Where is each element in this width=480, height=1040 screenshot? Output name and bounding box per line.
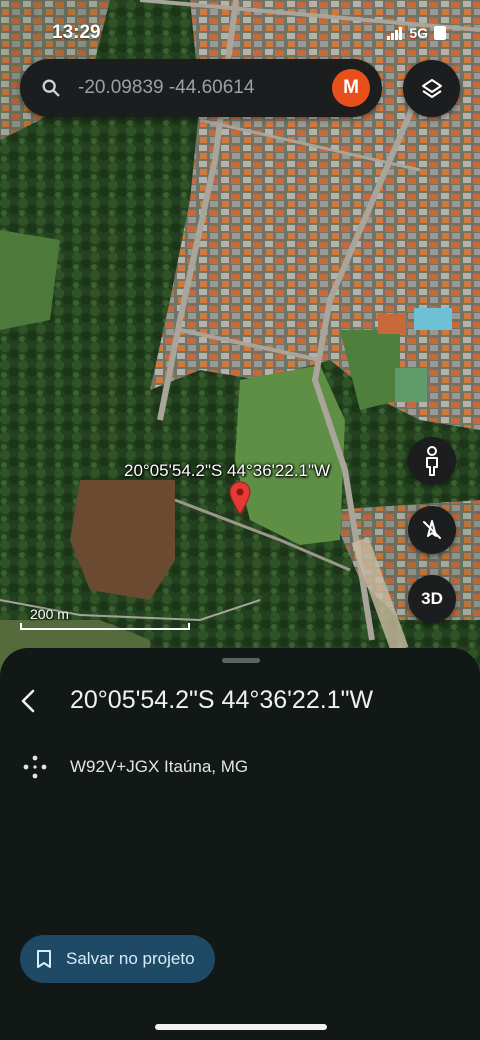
place-bottom-sheet[interactable]: 20°05'54.2"S 44°36'22.1"W W92V+JGX Itaún… [0, 648, 480, 1040]
satellite-map[interactable]: 13:29 5G M 20°05'54.2"S 44°36'22.1"W [0, 0, 480, 690]
status-icons: 5G [387, 22, 446, 41]
plus-code-text: W92V+JGX Itaúna, MG [70, 757, 249, 776]
pin-coordinate-label: 20°05'54.2"S 44°36'22.1"W [124, 461, 331, 480]
clock: 13:29 [52, 22, 101, 43]
three-d-button[interactable]: 3D [408, 575, 456, 623]
bookmark-icon [37, 950, 51, 968]
avatar[interactable]: M [332, 69, 370, 107]
street-view-button[interactable] [408, 437, 456, 485]
layers-icon [421, 78, 442, 98]
save-to-project-label: Salvar no projeto [66, 949, 195, 968]
scale-line [20, 623, 190, 630]
layers-button[interactable] [403, 60, 460, 117]
status-bar: 13:29 5G [0, 0, 480, 62]
signal-icon [387, 26, 403, 40]
plus-code-row[interactable]: W92V+JGX Itaúna, MG [22, 754, 248, 780]
compass-button[interactable] [408, 506, 456, 554]
drag-handle[interactable] [222, 658, 260, 663]
home-indicator[interactable] [155, 1024, 327, 1030]
scale-label: 200 m [30, 606, 69, 622]
save-to-project-button[interactable]: Salvar no projeto [20, 935, 215, 983]
search-icon [42, 79, 60, 97]
place-title: 20°05'54.2"S 44°36'22.1"W [70, 686, 374, 714]
scale-bar: 200 m [20, 606, 190, 630]
search-input[interactable] [78, 77, 332, 99]
map-pin-icon[interactable] [229, 481, 251, 517]
network-type: 5G [409, 25, 428, 41]
search-bar[interactable]: M [20, 59, 382, 117]
compass-off-icon [423, 520, 441, 539]
pegman-icon [426, 446, 438, 476]
back-button[interactable] [14, 686, 44, 716]
back-arrow-icon [21, 689, 35, 713]
battery-icon [434, 26, 446, 40]
plus-code-icon [23, 755, 47, 779]
